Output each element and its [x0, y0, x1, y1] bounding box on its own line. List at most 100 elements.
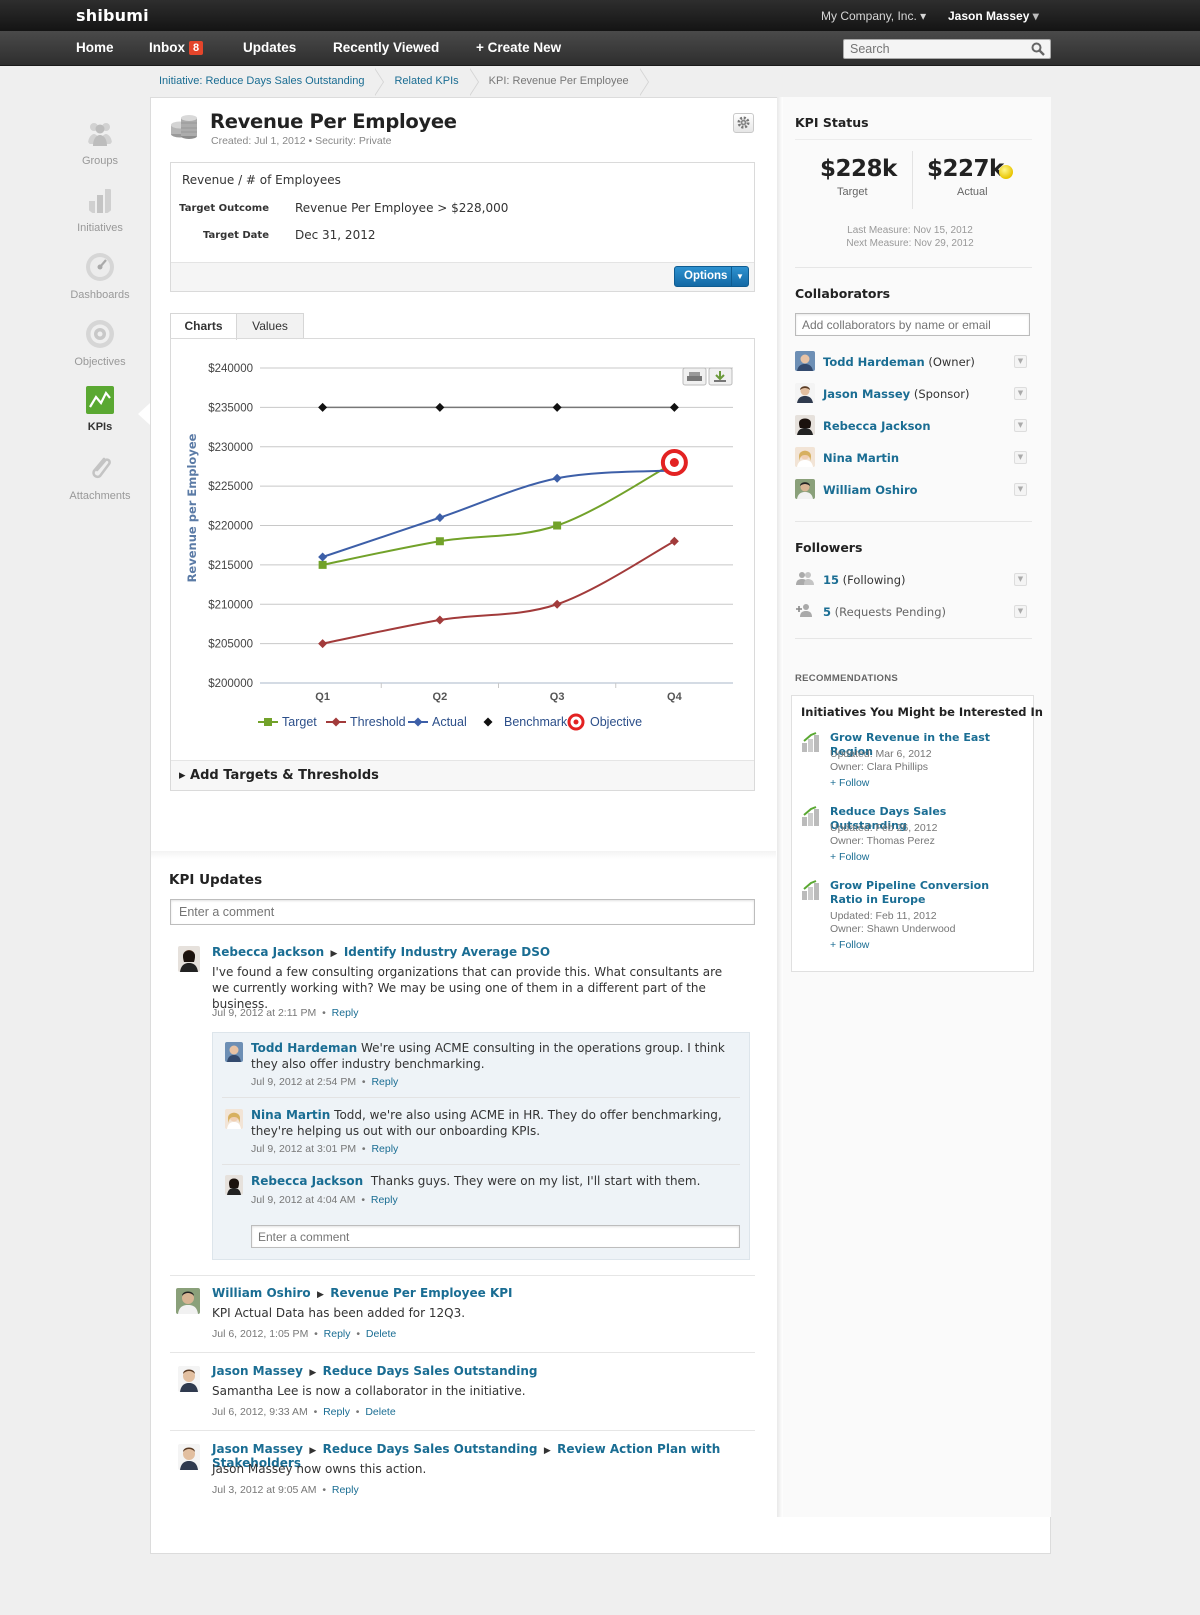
chevron-down-icon[interactable]: ▼: [1014, 387, 1027, 400]
avatar[interactable]: [795, 479, 815, 499]
x-tick-label: Q4: [667, 691, 683, 703]
collaborator-row: Rebecca Jackson ▼: [795, 415, 1030, 437]
actual-point: [435, 513, 445, 523]
avatar[interactable]: [176, 1288, 200, 1314]
comment-context-link[interactable]: Reduce Days Sales Outstanding: [323, 1364, 538, 1378]
follow-link[interactable]: + Follow: [830, 777, 869, 789]
company-switcher[interactable]: My Company, Inc. ▾: [821, 9, 926, 23]
comment-author[interactable]: Jason Massey: [212, 1442, 303, 1456]
search-input[interactable]: [843, 39, 1051, 59]
sidebar-item-initiatives[interactable]: Initiatives: [65, 185, 135, 234]
collaborator-name[interactable]: Rebecca Jackson: [823, 419, 931, 433]
comment-context-link[interactable]: Revenue Per Employee KPI: [330, 1286, 512, 1300]
avatar[interactable]: [795, 447, 815, 467]
nav-home[interactable]: Home: [76, 40, 114, 55]
pending-count[interactable]: 5: [823, 605, 831, 619]
avatar[interactable]: [178, 946, 200, 972]
breadcrumb-initiative[interactable]: Initiative: Reduce Days Sales Outstandin…: [150, 68, 375, 96]
breadcrumb-related-kpis[interactable]: Related KPIs: [385, 68, 469, 96]
reply-author[interactable]: Todd Hardeman: [251, 1041, 357, 1055]
reply-author[interactable]: Rebecca Jackson: [251, 1174, 363, 1188]
tab-values[interactable]: Values: [236, 313, 304, 339]
comment-context-link[interactable]: Identify Industry Average DSO: [344, 945, 550, 959]
collaborator-name[interactable]: Nina Martin: [823, 451, 899, 465]
reply-link[interactable]: Reply: [371, 1143, 398, 1155]
reply-link[interactable]: Reply: [332, 1484, 359, 1496]
options-button[interactable]: Options ▼: [674, 266, 749, 287]
collaborator-row: Nina Martin ▼: [795, 447, 1030, 469]
add-targets-toggle[interactable]: ▸ Add Targets & Thresholds: [171, 760, 754, 790]
benchmark-point: [318, 402, 328, 412]
chevron-down-icon[interactable]: ▼: [731, 267, 748, 286]
comment-input[interactable]: [170, 899, 755, 925]
target-point: [553, 521, 562, 530]
y-tick-label: $235000: [208, 402, 253, 414]
delete-link[interactable]: Delete: [366, 1328, 396, 1340]
nav-recently-viewed[interactable]: Recently Viewed: [333, 40, 439, 55]
sidebar-item-groups[interactable]: Groups: [65, 118, 135, 167]
download-button[interactable]: [708, 367, 733, 386]
nav-inbox[interactable]: Inbox 8: [149, 40, 204, 55]
avatar[interactable]: [795, 415, 815, 435]
print-button[interactable]: [682, 367, 707, 386]
settings-button[interactable]: [733, 113, 754, 133]
breadcrumb: Initiative: Reduce Days Sales Outstandin…: [150, 68, 650, 96]
nav-create-new[interactable]: + Create New: [476, 40, 561, 55]
collaborator-name[interactable]: Jason Massey: [823, 387, 910, 401]
tab-charts[interactable]: Charts: [170, 313, 237, 340]
chevron-down-icon[interactable]: ▼: [1014, 605, 1027, 618]
avatar[interactable]: [795, 351, 815, 371]
target-value: $228k: [820, 156, 897, 182]
avatar[interactable]: [225, 1175, 243, 1195]
y-axis-label: Revenue per Employee: [185, 433, 199, 582]
reply-author[interactable]: Nina Martin: [251, 1108, 330, 1122]
nav-updates[interactable]: Updates: [243, 40, 296, 55]
comment-author[interactable]: William Oshiro: [212, 1286, 311, 1300]
objectives-icon: [86, 320, 114, 348]
app-logo[interactable]: shibumi: [76, 6, 149, 25]
reply-link[interactable]: Reply: [324, 1328, 351, 1340]
chevron-down-icon[interactable]: ▼: [1014, 573, 1027, 586]
comment-author[interactable]: Rebecca Jackson: [212, 945, 324, 959]
benchmark-point: [669, 402, 679, 412]
sidebar-item-objectives[interactable]: Objectives: [65, 319, 135, 368]
follow-link[interactable]: + Follow: [830, 851, 869, 863]
kpis-icon: [86, 386, 114, 414]
chevron-down-icon[interactable]: ▼: [1014, 419, 1027, 432]
sidebar-item-dashboards[interactable]: Dashboards: [65, 252, 135, 301]
avatar[interactable]: [225, 1109, 243, 1129]
delete-link[interactable]: Delete: [365, 1406, 395, 1418]
inbox-count-badge: 8: [189, 41, 204, 55]
section-divider: [151, 851, 776, 859]
reply-link[interactable]: Reply: [323, 1406, 350, 1418]
avatar[interactable]: [795, 383, 815, 403]
comment-author[interactable]: Jason Massey: [212, 1364, 303, 1378]
avatar[interactable]: [225, 1042, 243, 1062]
avatar[interactable]: [178, 1366, 200, 1392]
collaborator-name[interactable]: William Oshiro: [823, 483, 918, 497]
chevron-down-icon[interactable]: ▼: [1014, 451, 1027, 464]
collaborator-name[interactable]: Todd Hardeman: [823, 355, 925, 369]
reply-link[interactable]: Reply: [332, 1007, 359, 1019]
search-icon[interactable]: [1031, 42, 1045, 56]
followers-count[interactable]: 15: [823, 573, 839, 587]
active-nav-pointer: [138, 403, 150, 425]
revenue-chart: $240000 $235000 $230000 $225000 $220000 $2150…: [185, 363, 733, 731]
recommendation-owner: Owner: Shawn Underwood: [830, 923, 956, 935]
sidebar-item-attachments[interactable]: Attachments: [65, 453, 135, 502]
recommendation-title[interactable]: Grow Pipeline Conversion Ratio in Europe: [830, 879, 1010, 907]
follow-link[interactable]: + Follow: [830, 939, 869, 951]
groups-icon: [88, 123, 112, 146]
avatar[interactable]: [178, 1444, 200, 1470]
user-menu[interactable]: Jason Massey ▾: [948, 9, 1039, 23]
comment-text: I've found a few consulting organization…: [212, 965, 723, 1011]
reply-input[interactable]: [251, 1225, 740, 1248]
comment-context-link[interactable]: Reduce Days Sales Outstanding: [323, 1442, 538, 1456]
chevron-down-icon[interactable]: ▼: [1014, 483, 1027, 496]
add-collaborator-input[interactable]: [795, 313, 1030, 336]
sidebar-item-kpis[interactable]: KPIs: [65, 386, 135, 433]
chevron-down-icon[interactable]: ▼: [1014, 355, 1027, 368]
reply-link[interactable]: Reply: [371, 1076, 398, 1088]
threshold-point: [669, 536, 679, 546]
reply-link[interactable]: Reply: [371, 1194, 398, 1206]
